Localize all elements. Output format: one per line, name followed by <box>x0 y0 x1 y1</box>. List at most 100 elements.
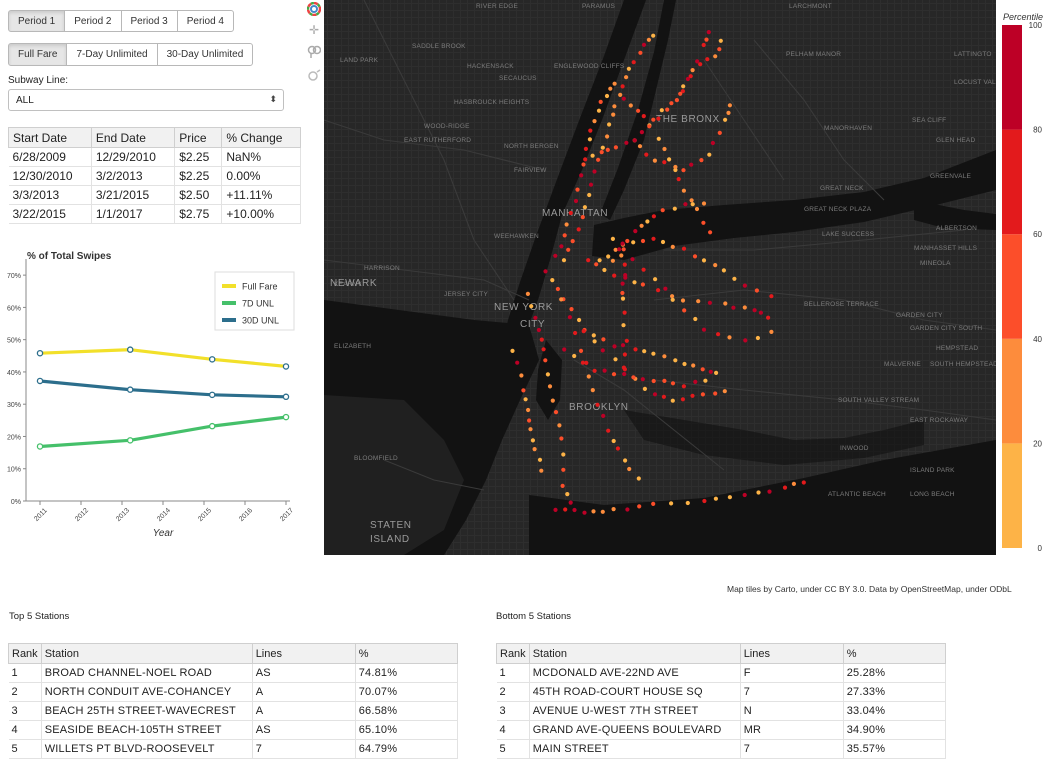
station-dot[interactable] <box>613 145 618 150</box>
station-dot[interactable] <box>703 378 708 383</box>
series-point[interactable] <box>208 391 216 399</box>
station-dot[interactable] <box>660 208 665 213</box>
station-dot[interactable] <box>583 157 588 162</box>
station-dot[interactable] <box>698 62 703 67</box>
station-dot[interactable] <box>536 327 541 333</box>
station-dot[interactable] <box>678 91 683 96</box>
station-dot[interactable] <box>592 169 597 174</box>
station-dot[interactable] <box>586 374 591 379</box>
station-dot[interactable] <box>689 198 694 203</box>
series-point[interactable] <box>36 377 44 385</box>
station-dot[interactable] <box>731 305 736 310</box>
station-dot[interactable] <box>682 308 687 313</box>
station-dot[interactable] <box>676 177 681 182</box>
station-dot[interactable] <box>670 381 676 386</box>
station-dot[interactable] <box>550 278 555 283</box>
station-dot[interactable] <box>600 348 605 353</box>
station-dot[interactable] <box>586 258 591 263</box>
station-dot[interactable] <box>587 192 592 198</box>
station-dot[interactable] <box>572 507 577 513</box>
station-dot[interactable] <box>693 379 698 384</box>
column-header[interactable]: % <box>354 643 459 664</box>
station-dot[interactable] <box>622 310 627 315</box>
station-dot[interactable] <box>700 367 705 372</box>
bokeh-logo-icon[interactable] <box>306 1 322 17</box>
station-dot[interactable] <box>680 298 686 303</box>
column-header[interactable]: Rank <box>496 643 530 664</box>
station-dot[interactable] <box>612 273 617 278</box>
station-dot[interactable] <box>670 244 675 249</box>
station-dot[interactable] <box>721 268 726 273</box>
column-header[interactable]: % Change <box>221 127 301 148</box>
full-fare-button[interactable]: Full Fare <box>8 43 68 66</box>
station-dot[interactable] <box>689 162 694 167</box>
station-dot[interactable] <box>624 140 629 145</box>
column-header[interactable]: % <box>842 643 947 664</box>
station-dot[interactable] <box>612 104 617 109</box>
station-dot[interactable] <box>521 388 526 393</box>
station-dot[interactable] <box>692 254 698 259</box>
station-dot[interactable] <box>641 267 646 272</box>
station-dot[interactable] <box>766 315 771 320</box>
station-dot[interactable] <box>510 348 515 353</box>
table-row[interactable]: 2 NORTH CONDUIT AVE-COHANCEY A 70.07% <box>8 682 459 702</box>
period-4-button[interactable]: Period 4 <box>176 10 234 32</box>
station-dot[interactable] <box>539 468 544 473</box>
station-dot[interactable] <box>662 354 667 359</box>
station-dot[interactable] <box>570 239 575 244</box>
station-dot[interactable] <box>801 480 806 485</box>
station-dot[interactable] <box>742 492 747 498</box>
station-dot[interactable] <box>582 205 587 210</box>
station-dot[interactable] <box>752 308 757 313</box>
station-dot[interactable] <box>691 363 696 368</box>
station-dot[interactable] <box>621 96 626 101</box>
station-dot[interactable] <box>588 128 593 133</box>
station-dot[interactable] <box>567 315 572 320</box>
station-dot[interactable] <box>681 84 686 89</box>
station-dot[interactable] <box>587 137 592 142</box>
station-dot[interactable] <box>550 398 555 403</box>
station-dot[interactable] <box>615 446 620 451</box>
station-dot[interactable] <box>651 501 656 506</box>
station-dot[interactable] <box>600 145 605 150</box>
station-dot[interactable] <box>651 117 656 122</box>
table-row[interactable]: 5 MAIN STREET 7 35.57% <box>496 739 947 759</box>
station-dot[interactable] <box>543 269 548 274</box>
station-dot[interactable] <box>694 206 700 212</box>
station-dot[interactable] <box>597 258 602 263</box>
station-dot[interactable] <box>529 304 534 309</box>
station-dot[interactable] <box>767 489 772 494</box>
station-dot[interactable] <box>669 101 674 106</box>
station-dot[interactable] <box>645 219 650 224</box>
station-dot[interactable] <box>672 206 677 211</box>
station-dot[interactable] <box>590 388 595 393</box>
station-dot[interactable] <box>651 351 656 356</box>
station-dot[interactable] <box>573 330 578 336</box>
station-dot[interactable] <box>620 281 625 286</box>
station-dot[interactable] <box>583 146 588 151</box>
station-dot[interactable] <box>599 150 604 155</box>
station-dot[interactable] <box>704 37 709 42</box>
swipes-line-chart[interactable]: % of Total Swipes 0% 10% 20% 30% 40% 50% 60% 70… <box>0 244 302 544</box>
table-row[interactable]: 1 MCDONALD AVE-22ND AVE F 25.28% <box>496 663 947 683</box>
period-1-button[interactable]: Period 1 <box>8 10 66 32</box>
station-dot[interactable] <box>560 483 565 488</box>
station-dot[interactable] <box>651 33 656 38</box>
station-dot[interactable] <box>528 427 533 432</box>
station-dot[interactable] <box>713 391 718 396</box>
series-point[interactable] <box>282 413 290 421</box>
station-dot[interactable] <box>656 136 661 141</box>
station-dot[interactable] <box>575 187 580 192</box>
column-header[interactable]: Start Date <box>8 127 92 148</box>
station-dot[interactable] <box>625 238 630 244</box>
station-dot[interactable] <box>713 54 718 59</box>
station-dot[interactable] <box>620 290 625 296</box>
station-dot[interactable] <box>559 436 564 441</box>
station-dot[interactable] <box>662 160 667 165</box>
station-dot[interactable] <box>515 360 520 365</box>
station-dot[interactable] <box>532 447 537 452</box>
station-dot[interactable] <box>617 247 622 252</box>
station-dot[interactable] <box>596 157 601 162</box>
station-dot[interactable] <box>791 481 796 486</box>
table-row[interactable]: 3 AVENUE U-WEST 7TH STREET N 33.04% <box>496 701 947 721</box>
